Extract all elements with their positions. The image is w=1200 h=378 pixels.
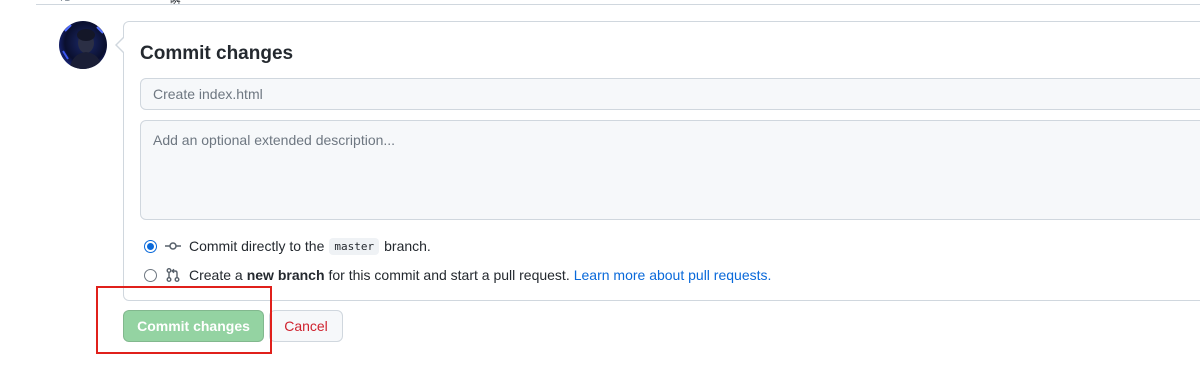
commit-description-textarea[interactable] — [140, 120, 1200, 220]
divider — [36, 4, 1200, 5]
new-branch-text: Create a — [189, 267, 243, 283]
git-commit-icon — [165, 238, 181, 254]
previous-file-content-strip: 41 瞬 — [0, 0, 1200, 6]
avatar[interactable] — [59, 21, 107, 69]
commit-directly-suffix: branch. — [384, 238, 431, 254]
commit-summary-input[interactable] — [140, 78, 1200, 110]
commit-directly-radio[interactable] — [144, 239, 157, 253]
commit-form-title: Commit changes — [140, 43, 294, 64]
new-branch-radio[interactable] — [144, 268, 157, 282]
cancel-button[interactable]: Cancel — [269, 310, 343, 342]
new-branch-strong: new branch — [246, 267, 325, 283]
commit-changes-button[interactable]: Commit changes — [123, 310, 264, 342]
learn-more-pull-requests-link[interactable]: Learn more about pull requests. — [574, 267, 772, 283]
git-pull-request-icon — [165, 267, 181, 283]
option-new-branch[interactable]: Create a new branch for this commit and … — [144, 265, 771, 285]
option-commit-directly[interactable]: Commit directly to the master branch. — [144, 236, 431, 256]
new-branch-suffix: for this commit and start a pull request… — [328, 267, 570, 283]
branch-name: master — [329, 237, 380, 255]
commit-directly-text: Commit directly to the — [189, 238, 325, 254]
code-fragment: 瞬 — [170, 0, 181, 6]
user-avatar-image — [62, 24, 104, 69]
